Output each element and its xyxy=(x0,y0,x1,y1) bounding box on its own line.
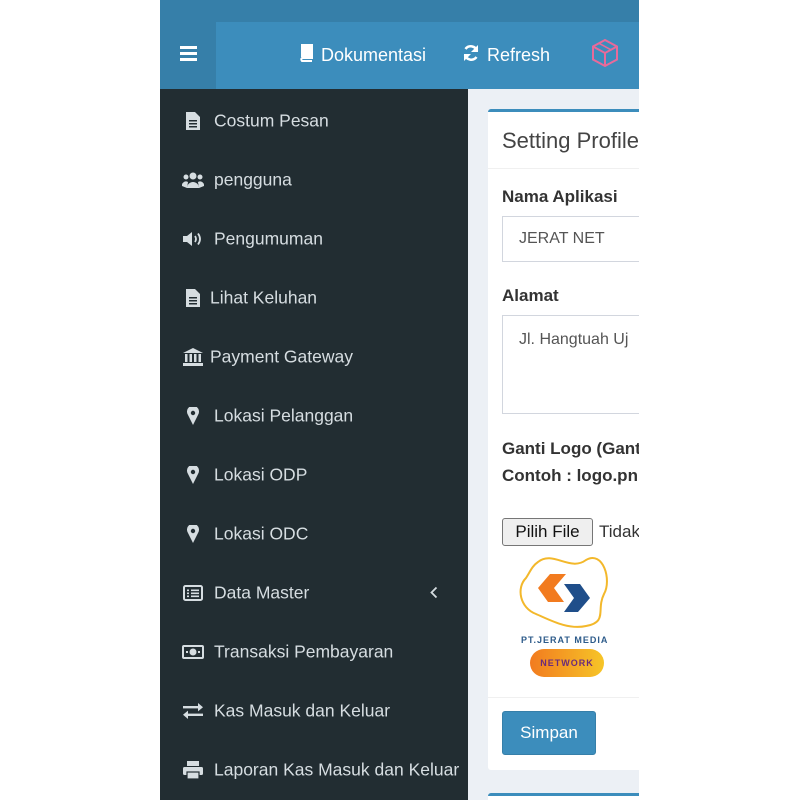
sidebar-item-costum-pesan[interactable]: Costum Pesan xyxy=(160,91,468,150)
app-viewport: Dokumentasi Refresh Costum Pesan penggun… xyxy=(160,0,639,800)
cube-logo-icon xyxy=(590,38,620,73)
print-icon xyxy=(182,759,204,781)
sidebar-item-laporan-kas[interactable]: Laporan Kas Masuk dan Keluar xyxy=(160,740,468,799)
logo-company-text: PT.JERAT MEDIA xyxy=(521,635,609,645)
page-title: Setting Profile xyxy=(502,128,639,153)
main-header: Dokumentasi Refresh xyxy=(160,22,639,89)
app-brand-button[interactable] xyxy=(590,22,620,89)
sidebar-item-label: Laporan Kas Masuk dan Keluar xyxy=(214,759,460,779)
sidebar-menu: Costum Pesan pengguna Pengumuman Lihat K… xyxy=(160,89,468,800)
bank-icon xyxy=(182,346,204,368)
sidebar-item-label: Data Master xyxy=(214,582,310,602)
refresh-button[interactable]: Refresh xyxy=(462,22,550,89)
sidebar-item-label: pengguna xyxy=(214,169,292,189)
content-area: Setting Profile Nama Aplikasi JERAT NET … xyxy=(468,89,639,800)
current-logo-image: PT.JERAT MEDIA NETWORK xyxy=(508,550,628,682)
address-textarea[interactable]: Jl. Hangtuah Uj xyxy=(502,315,639,414)
book-icon xyxy=(298,44,314,67)
sidebar-item-lokasi-pelanggan[interactable]: Lokasi Pelanggan xyxy=(160,386,468,445)
sidebar-item-label: Payment Gateway xyxy=(210,346,353,366)
sidebar-item-label: Lihat Keluhan xyxy=(210,287,318,307)
refresh-label: Refresh xyxy=(487,45,551,65)
exchange-icon xyxy=(182,700,204,722)
chevron-left-icon xyxy=(430,582,438,603)
sidebar-item-pengguna[interactable]: pengguna xyxy=(160,150,468,209)
sidebar-item-label: Transaksi Pembayaran xyxy=(214,641,394,661)
sidebar-item-pengumuman[interactable]: Pengumuman xyxy=(160,209,468,268)
documentation-label: Dokumentasi xyxy=(321,45,427,65)
sidebar-item-label: Lokasi ODC xyxy=(214,523,309,543)
map-marker-icon xyxy=(182,523,204,545)
address-label: Alamat xyxy=(502,286,559,305)
choose-file-button[interactable]: Pilih File xyxy=(502,518,593,546)
sidebar-item-label: Kas Masuk dan Keluar xyxy=(214,700,391,720)
documentation-link[interactable]: Dokumentasi xyxy=(298,22,426,89)
file-icon xyxy=(182,287,204,309)
profile-settings-box: Setting Profile Nama Aplikasi JERAT NET … xyxy=(488,109,639,770)
sidebar-toggle-button[interactable] xyxy=(160,22,216,89)
sidebar-item-transaksi-pembayaran[interactable]: Transaksi Pembayaran xyxy=(160,622,468,681)
sidebar-item-lokasi-odc[interactable]: Lokasi ODC xyxy=(160,504,468,563)
hamburger-icon xyxy=(179,45,197,66)
logo-tagline-badge: NETWORK xyxy=(530,649,604,677)
file-status-text: Tidak xyxy=(599,522,639,541)
sidebar-item-lihat-keluhan[interactable]: Lihat Keluhan xyxy=(160,268,468,327)
sidebar-item-label: Costum Pesan xyxy=(214,110,329,130)
sidebar-item-kas-masuk-keluar[interactable]: Kas Masuk dan Keluar xyxy=(160,681,468,740)
save-button[interactable]: Simpan xyxy=(502,711,596,755)
sidebar-item-label: Lokasi Pelanggan xyxy=(214,405,354,425)
status-strip xyxy=(160,0,639,22)
users-icon xyxy=(182,169,204,191)
volume-icon xyxy=(182,228,204,250)
sidebar-item-label: Pengumuman xyxy=(214,228,323,248)
logo-label: Ganti Logo (Gant xyxy=(502,439,639,458)
map-marker-icon xyxy=(182,405,204,427)
sidebar-item-lokasi-odp[interactable]: Lokasi ODP xyxy=(160,445,468,504)
list-alt-icon xyxy=(182,582,204,604)
next-box xyxy=(488,793,639,800)
refresh-icon xyxy=(462,44,480,67)
map-marker-icon xyxy=(182,464,204,486)
sidebar-item-payment-gateway[interactable]: Payment Gateway xyxy=(160,327,468,386)
divider xyxy=(488,168,639,169)
sidebar-item-label: Lokasi ODP xyxy=(214,464,308,484)
sidebar-item-data-master[interactable]: Data Master xyxy=(160,563,468,622)
file-icon xyxy=(182,110,204,132)
app-name-label: Nama Aplikasi xyxy=(502,187,618,206)
divider xyxy=(488,697,639,698)
app-name-input[interactable]: JERAT NET xyxy=(502,216,639,262)
logo-example-text: Contoh : logo.pn xyxy=(502,466,638,485)
money-icon xyxy=(182,641,204,663)
